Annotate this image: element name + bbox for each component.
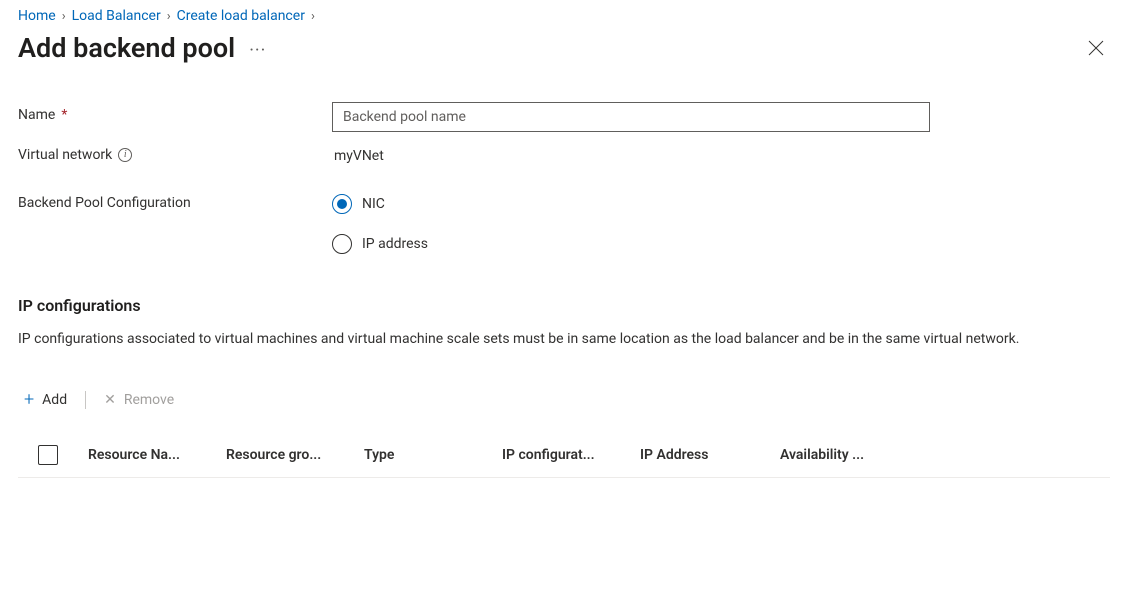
info-icon[interactable]: i xyxy=(118,148,132,162)
vnet-label: Virtual network i xyxy=(18,142,332,163)
x-icon: ✕ xyxy=(104,393,116,407)
radio-nic[interactable]: NIC xyxy=(332,194,428,214)
ip-config-description: IP configurations associated to virtual … xyxy=(18,329,1098,351)
config-radio-group: NIC IP address xyxy=(332,190,428,254)
title-bar: Add backend pool ··· xyxy=(18,28,1110,74)
breadcrumb: Home › Load Balancer › Create load balan… xyxy=(18,0,1110,28)
name-row: Name * xyxy=(18,102,1110,132)
ip-config-heading: IP configurations xyxy=(18,296,1110,315)
chevron-right-icon: › xyxy=(167,9,171,24)
remove-button[interactable]: ✕ Remove xyxy=(104,392,174,408)
table-toolbar: + Add ✕ Remove xyxy=(18,385,1110,433)
breadcrumb-create-load-balancer[interactable]: Create load balancer xyxy=(177,8,305,24)
breadcrumb-load-balancer[interactable]: Load Balancer xyxy=(72,8,161,24)
plus-icon: + xyxy=(24,391,34,409)
select-all-cell xyxy=(38,445,88,465)
radio-selected-icon xyxy=(332,194,352,214)
name-label: Name * xyxy=(18,102,332,123)
col-availability[interactable]: Availability ... xyxy=(780,447,920,463)
radio-unselected-icon xyxy=(332,234,352,254)
close-button[interactable] xyxy=(1082,34,1110,62)
config-label: Backend Pool Configuration xyxy=(18,190,332,211)
col-ip-configuration[interactable]: IP configurat... xyxy=(502,447,640,463)
col-type[interactable]: Type xyxy=(364,447,502,463)
vnet-value: myVNet xyxy=(332,142,386,164)
select-all-checkbox[interactable] xyxy=(38,445,58,465)
form: Name * Virtual network i myVNet Backend … xyxy=(18,74,1110,254)
chevron-right-icon: › xyxy=(311,9,315,24)
breadcrumb-home[interactable]: Home xyxy=(18,8,56,24)
toolbar-divider xyxy=(85,391,86,409)
col-ip-address[interactable]: IP Address xyxy=(640,447,780,463)
radio-ip-address[interactable]: IP address xyxy=(332,234,428,254)
add-button[interactable]: + Add xyxy=(24,391,67,409)
more-menu-icon[interactable]: ··· xyxy=(249,36,266,60)
close-icon xyxy=(1088,40,1104,56)
chevron-right-icon: › xyxy=(62,9,66,24)
page-title: Add backend pool xyxy=(18,32,235,64)
table-header-row: Resource Na... Resource gro... Type IP c… xyxy=(18,433,1110,478)
col-resource-name[interactable]: Resource Na... xyxy=(88,447,226,463)
vnet-row: Virtual network i myVNet xyxy=(18,142,1110,164)
col-resource-group[interactable]: Resource gro... xyxy=(226,447,364,463)
required-asterisk: * xyxy=(61,107,67,123)
config-row: Backend Pool Configuration NIC IP addres… xyxy=(18,190,1110,254)
name-input[interactable] xyxy=(332,102,930,132)
